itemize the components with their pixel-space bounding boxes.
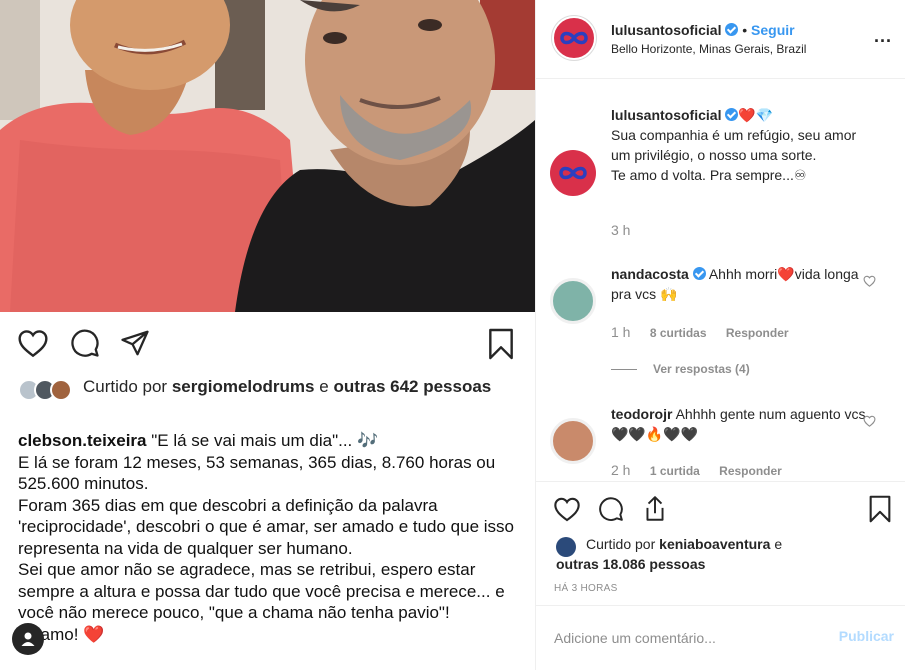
header-separator: • <box>742 22 748 38</box>
caption-paragraph: Foram 365 dias em que descobri a definiç… <box>18 495 515 558</box>
comment-like-icon[interactable] <box>863 274 876 292</box>
infinity-logo-icon <box>559 166 587 180</box>
publish-button[interactable]: Publicar <box>839 628 894 644</box>
avatar[interactable] <box>552 16 596 60</box>
verified-icon <box>692 267 706 280</box>
comment-text: Te amo d volta. Pra sempre...♾ <box>611 167 807 183</box>
caption-username[interactable]: clebson.teixeira <box>18 431 147 450</box>
infinity-logo-icon <box>560 31 588 45</box>
verified-icon <box>725 23 739 36</box>
comment-composer: Publicar <box>536 605 905 670</box>
view-replies-label: Ver respostas (4) <box>653 362 750 376</box>
bookmark-icon[interactable] <box>866 494 894 524</box>
caption-paragraph: Te amo! ❤️ <box>18 624 105 644</box>
caption-paragraph: Sei que amor não se agradece, mas se ret… <box>18 560 505 622</box>
comment-likes[interactable]: 8 curtidas <box>650 326 707 340</box>
comments-list: lulusantosoficial ❤️💎 Sua companhia é um… <box>536 80 905 480</box>
avatar[interactable] <box>550 278 596 324</box>
comment-time: 1 h <box>611 324 631 340</box>
avatar[interactable] <box>556 537 576 557</box>
likes-others[interactable]: outras 18.086 pessoas <box>556 556 705 572</box>
likes-prefix: Curtido por <box>83 377 168 396</box>
comment-like-icon[interactable] <box>863 414 876 432</box>
likes-prefix: Curtido por <box>586 536 656 552</box>
heart-icon[interactable] <box>552 494 582 524</box>
upload-icon[interactable] <box>640 494 670 524</box>
likes-conj: e <box>319 377 329 396</box>
likes-others[interactable]: outras 642 <box>333 377 418 396</box>
avatar[interactable] <box>550 418 596 464</box>
likes-conj: e <box>774 536 783 552</box>
share-icon[interactable] <box>118 326 152 360</box>
reply-button[interactable]: Responder <box>726 326 789 340</box>
comment-username[interactable]: nandacosta <box>611 266 689 282</box>
list-item: nandacosta Ahhh morri❤️vida longa pra vc… <box>536 260 905 390</box>
post-likes-summary: Curtido por keniaboaventura e outras 18.… <box>556 534 886 574</box>
post-caption: clebson.teixeira "E lá se vai mais um di… <box>18 430 523 645</box>
avatar[interactable] <box>550 150 596 196</box>
post-header: lulusantosoficial • Seguir Bello Horizon… <box>536 0 905 79</box>
reply-button[interactable]: Responder <box>719 464 782 478</box>
comment-time: 2 h <box>611 462 631 478</box>
avatar <box>50 379 72 401</box>
header-username[interactable]: lulusantosoficial <box>611 22 721 38</box>
follow-button[interactable]: Seguir <box>751 22 795 38</box>
post-timestamp[interactable]: HÁ 3 HORAS <box>554 583 618 594</box>
post-photo-illustration <box>0 0 535 312</box>
badge-emojis: ❤️💎 <box>738 107 774 123</box>
verified-icon <box>725 108 739 121</box>
replies-divider <box>611 369 637 371</box>
post-likes: Curtido por sergiomelodrums e outras 642… <box>18 376 518 420</box>
liker-username[interactable]: keniaboaventura <box>659 536 770 552</box>
comment-time: 3 h <box>611 222 631 238</box>
caption-paragraph: E lá se foram 12 meses, 53 semanas, 365 … <box>18 452 496 494</box>
side-action-bar: Curtido por keniaboaventura e outras 18.… <box>536 481 905 601</box>
view-replies-button[interactable]: Ver respostas (4) <box>611 362 750 376</box>
bookmark-icon[interactable] <box>484 326 518 362</box>
more-options-icon[interactable]: ... <box>874 26 892 47</box>
list-item: teodorojr Ahhhh gente num aguento vcs🖤🖤🔥… <box>536 400 905 480</box>
comment-icon[interactable] <box>68 326 102 360</box>
caption-first-line: "E lá se vai mais um dia"... 🎶 <box>151 431 379 450</box>
post-action-bar <box>0 322 535 366</box>
heart-icon[interactable] <box>16 326 50 360</box>
comment-likes[interactable]: 1 curtida <box>650 464 700 478</box>
liker-username[interactable]: sergiomelodrums <box>172 377 315 396</box>
location-link[interactable]: Bello Horizonte, Minas Gerais, Brazil <box>611 42 806 56</box>
liker-avatars <box>18 379 78 403</box>
likes-suffix[interactable]: pessoas <box>423 377 491 396</box>
comment-username[interactable]: teodorojr <box>611 406 672 422</box>
comment-username[interactable]: lulusantosoficial <box>611 107 721 123</box>
post-side-panel: lulusantosoficial • Seguir Bello Horizon… <box>535 0 905 670</box>
list-item: lulusantosoficial ❤️💎 Sua companhia é um… <box>536 80 905 260</box>
post-photo[interactable] <box>0 0 535 312</box>
comment-icon[interactable] <box>596 494 626 524</box>
profile-icon[interactable] <box>12 623 44 655</box>
post-column: Curtido por sergiomelodrums e outras 642… <box>0 0 535 670</box>
comment-text: Sua companhia é um refúgio, seu amor um … <box>611 127 857 163</box>
comment-input[interactable] <box>554 626 804 650</box>
